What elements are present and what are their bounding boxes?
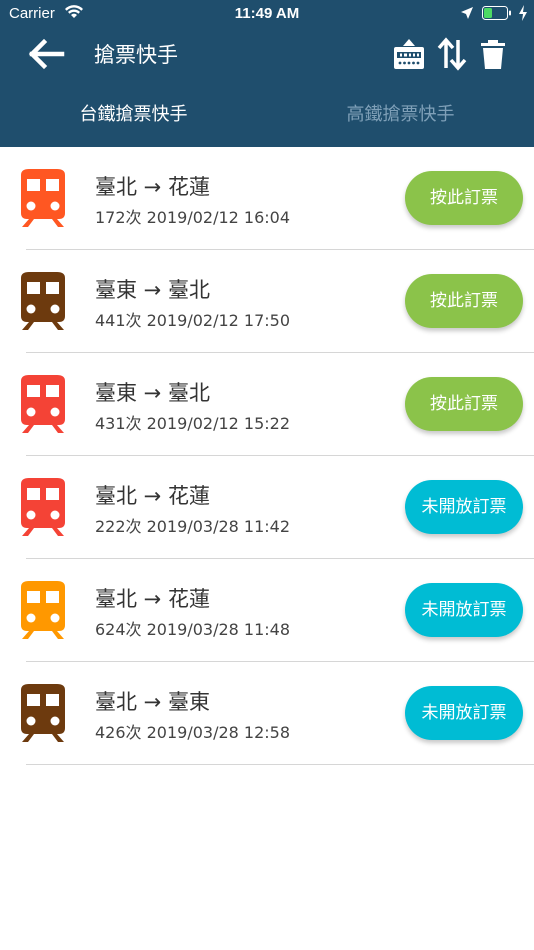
list-item[interactable]: 臺北 → 花蓮 172次 2019/02/12 16:04 按此訂票	[0, 147, 534, 250]
train-detail: 222次 2019/03/28 11:42	[95, 517, 291, 536]
train-detail: 441次 2019/02/12 17:50	[95, 311, 291, 330]
book-button[interactable]: 按此訂票	[405, 377, 523, 431]
charging-bolt-icon	[519, 5, 527, 21]
location-arrow-icon	[461, 7, 473, 19]
route-label: 臺北 → 花蓮	[95, 587, 210, 611]
status-bar: Carrier 11:49 AM	[0, 0, 534, 28]
swap-icon[interactable]	[436, 36, 468, 72]
battery-icon	[482, 6, 511, 20]
train-detail: 172次 2019/02/12 16:04	[95, 208, 291, 227]
train-icon	[21, 272, 65, 330]
route-label: 臺北 → 花蓮	[95, 484, 210, 508]
train-detail: 431次 2019/02/12 15:22	[95, 414, 291, 433]
not-open-button[interactable]: 未開放訂票	[405, 480, 523, 534]
train-icon	[21, 169, 65, 227]
page-title: 搶票快手	[94, 43, 178, 67]
row-divider	[26, 764, 534, 765]
book-button[interactable]: 按此訂票	[405, 274, 523, 328]
list-item[interactable]: 臺東 → 臺北 441次 2019/02/12 17:50 按此訂票	[0, 250, 534, 353]
route-label: 臺北 → 臺東	[95, 690, 210, 714]
clock: 11:49 AM	[234, 5, 300, 22]
book-button[interactable]: 按此訂票	[405, 171, 523, 225]
trash-icon[interactable]	[480, 40, 506, 70]
tab-hsr-ticket[interactable]: 高鐵搶票快手	[267, 88, 534, 142]
list-item[interactable]: 臺北 → 花蓮 222次 2019/03/28 11:42 未開放訂票	[0, 456, 534, 559]
train-icon	[21, 581, 65, 639]
route-label: 臺東 → 臺北	[95, 278, 210, 302]
tab-tra-ticket[interactable]: 台鐵搶票快手	[0, 88, 267, 142]
route-label: 臺東 → 臺北	[95, 381, 210, 405]
back-arrow-icon[interactable]	[28, 38, 68, 70]
not-open-button[interactable]: 未開放訂票	[405, 583, 523, 637]
list-item[interactable]: 臺東 → 臺北 431次 2019/02/12 15:22 按此訂票	[0, 353, 534, 456]
list-item[interactable]: 臺北 → 花蓮 624次 2019/03/28 11:48 未開放訂票	[0, 559, 534, 662]
train-detail: 426次 2019/03/28 12:58	[95, 723, 291, 742]
nav-bar: 搶票快手	[0, 28, 534, 80]
hotel-icon[interactable]	[392, 38, 426, 72]
train-icon	[21, 478, 65, 536]
route-label: 臺北 → 花蓮	[95, 175, 210, 199]
train-detail: 624次 2019/03/28 11:48	[95, 620, 291, 639]
tab-bar: 台鐵搶票快手 高鐵搶票快手	[0, 88, 534, 142]
list-item[interactable]: 臺北 → 臺東 426次 2019/03/28 12:58 未開放訂票	[0, 662, 534, 765]
app-header: Carrier 11:49 AM 搶票快手 台鐵搶票快手 高鐵搶票快手	[0, 0, 534, 147]
not-open-button[interactable]: 未開放訂票	[405, 686, 523, 740]
train-icon	[21, 375, 65, 433]
train-icon	[21, 684, 65, 742]
